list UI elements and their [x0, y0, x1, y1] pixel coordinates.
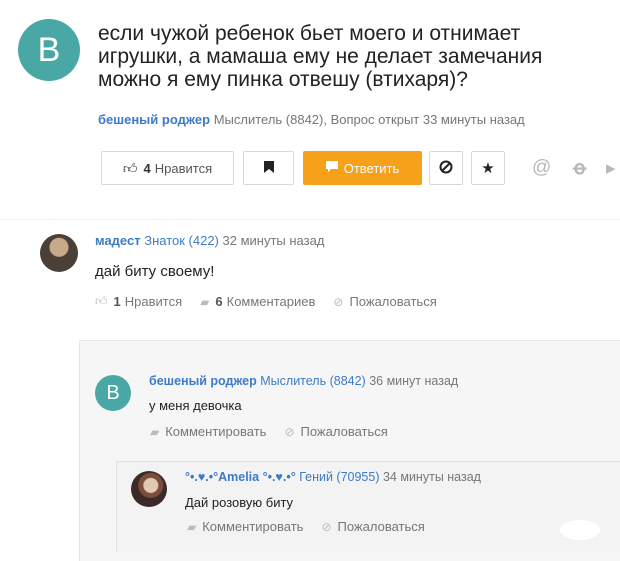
comment-report-action[interactable]: ⊘ Пожаловаться	[284, 424, 387, 439]
bookmark-button[interactable]	[243, 151, 294, 185]
comment-meta: °•.♥.•°Amelia °•.♥.•° Гений (70955) 34 м…	[185, 470, 481, 484]
comment-author-avatar[interactable]: B	[95, 375, 131, 411]
comment-icon: ▰	[187, 519, 197, 534]
question-author-rank: Мыслитель (8842),	[213, 112, 327, 127]
comment-reply-label: Комментировать	[165, 424, 267, 439]
answer-report-label: Пожаловаться	[349, 294, 437, 309]
comment-reply-label: Комментировать	[202, 519, 304, 534]
question-title: если чужой ребенок бьет моего и отнимает…	[98, 22, 543, 91]
report-icon: ⊘	[284, 424, 295, 439]
more-share-icon[interactable]: ▸	[606, 157, 616, 180]
comment-icon: ▰	[200, 294, 210, 309]
mail-share-icon[interactable]: @	[532, 157, 551, 179]
comment-author-rank: Гений (70955)	[299, 470, 380, 484]
comment-reply-action[interactable]: ▰ Комментировать	[187, 519, 303, 534]
comment-report-label: Пожаловаться	[300, 424, 388, 439]
answer-like-label: Нравится	[124, 294, 183, 309]
comment-actions: ▰ Комментировать ⊘ Пожаловаться	[187, 519, 443, 534]
comment-author-avatar[interactable]	[131, 471, 167, 507]
comment-time: 34 минуты назад	[382, 470, 481, 484]
like-count: 4	[143, 160, 151, 176]
comment-actions: ▰ Комментировать ⊘ Пожаловаться	[150, 424, 406, 439]
answer-report-action[interactable]: ⊘ Пожаловаться	[333, 294, 436, 309]
comment-meta: бешеный роджер Мыслитель (8842) 36 минут…	[149, 374, 458, 388]
answer-text: дай биту своему!	[95, 263, 215, 280]
avatar-letter: B	[37, 30, 61, 69]
answer-comments-count: 6	[215, 294, 223, 309]
like-label: Нравится	[154, 160, 213, 176]
answer-time: 32 минуты назад	[222, 233, 325, 248]
section-divider	[0, 219, 620, 220]
comment-text: у меня девочка	[149, 398, 242, 413]
question-meta: бешеный роджер Мыслитель (8842), Вопрос …	[98, 112, 525, 127]
comment-author-link[interactable]: бешеный роджер	[149, 374, 257, 388]
answer-like-count: 1	[113, 294, 121, 309]
like-button[interactable]: 👍︎ 4 Нравится	[101, 151, 234, 185]
answer-author-rank: Знаток (422)	[144, 233, 219, 248]
block-button[interactable]	[429, 151, 463, 185]
answer-author-link[interactable]: мадест	[95, 233, 141, 248]
comment-time: 36 минут назад	[369, 374, 459, 388]
answer-comments-label: Комментариев	[226, 294, 316, 309]
speech-bubble-icon	[325, 160, 338, 176]
report-icon: ⊘	[333, 294, 344, 309]
block-icon	[439, 160, 453, 177]
favorite-button[interactable]: ★	[471, 151, 505, 185]
answer-actions: 👍︎ 1 Нравится ▰ 6 Комментариев ⊘ Пожалов…	[95, 294, 455, 309]
star-icon: ★	[481, 160, 495, 177]
answer-author-avatar[interactable]	[40, 234, 78, 272]
bookmark-icon	[263, 160, 274, 176]
comment-reply-action[interactable]: ▰ Комментировать	[150, 424, 266, 439]
answer-like-action[interactable]: 👍︎ 1 Нравится	[95, 294, 182, 309]
question-opened-time: Вопрос открыт 33 минуты назад	[330, 112, 525, 127]
scroll-overlay	[560, 520, 600, 540]
thumbs-up-icon: 👍︎	[122, 159, 138, 176]
comment-icon: ▰	[150, 424, 160, 439]
comment-author-link[interactable]: °•.♥.•°Amelia °•.♥.•°	[185, 470, 296, 484]
question-author-avatar[interactable]: B	[18, 19, 80, 81]
answer-meta: мадест Знаток (422) 32 минуты назад	[95, 233, 324, 248]
avatar-letter: B	[106, 381, 120, 404]
comment-author-rank: Мыслитель (8842)	[260, 374, 366, 388]
comment-report-action[interactable]: ⊘ Пожаловаться	[321, 519, 424, 534]
answer-comments-action[interactable]: ▰ 6 Комментариев	[200, 294, 315, 309]
comment-text: Дай розовую биту	[185, 495, 294, 510]
report-icon: ⊘	[321, 519, 332, 534]
question-author-link[interactable]: бешеный роджер	[98, 112, 210, 127]
comment-report-label: Пожаловаться	[337, 519, 425, 534]
answer-button[interactable]: Ответить	[303, 151, 422, 185]
answer-label: Ответить	[343, 160, 400, 176]
odnoklassniki-share-icon[interactable]: ꝋ	[573, 157, 586, 180]
thumbs-up-icon: 👍︎	[95, 294, 108, 308]
